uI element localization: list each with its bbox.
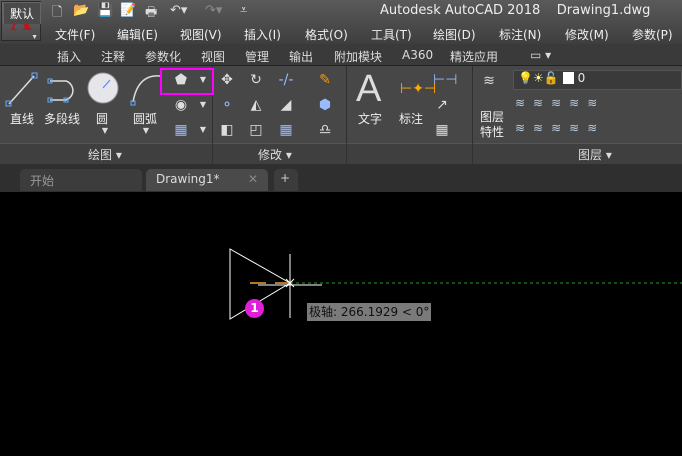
drawing-geometry — [229, 248, 682, 320]
step-marker: 1 — [245, 299, 264, 318]
polar-tooltip: 极轴: 266.1929 < 0° — [307, 303, 431, 321]
